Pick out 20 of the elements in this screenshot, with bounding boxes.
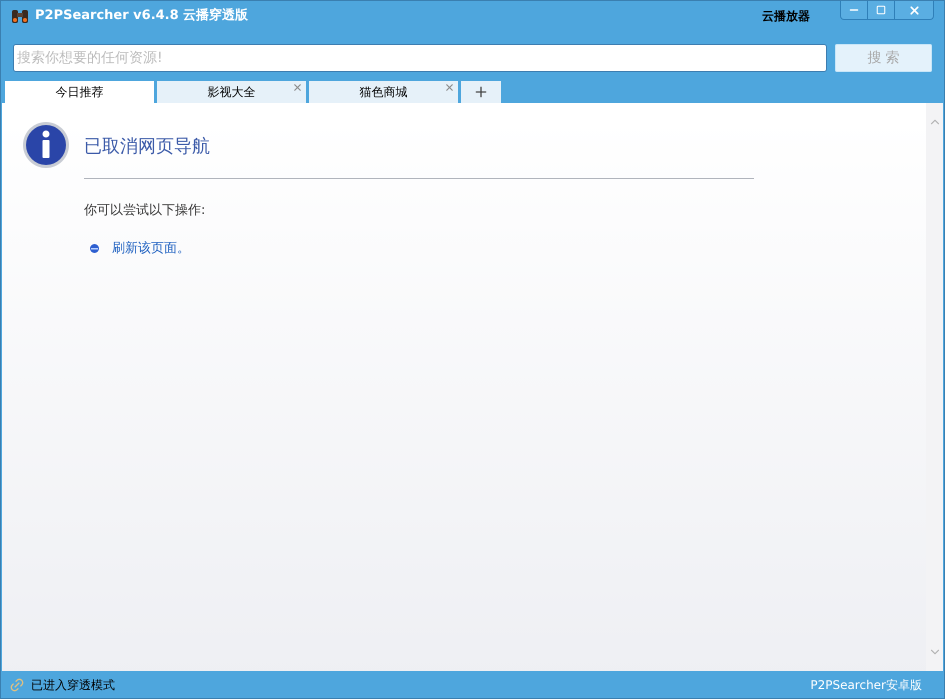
search-field[interactable]: 搜索你想要的任何资源! [13,44,827,72]
close-tab-icon[interactable] [292,82,303,93]
binoculars-icon [11,8,29,24]
maximize-icon [876,5,886,15]
close-icon [908,4,920,16]
bullet-icon [90,244,99,253]
close-tab-icon[interactable] [444,82,455,93]
intro-text: 你可以尝试以下操作: [84,202,206,220]
plus-icon [473,84,489,100]
tab[interactable]: 今日推荐 [5,81,154,103]
window-title: P2PSearcher v6.4.8 云播穿透版 [35,6,248,26]
new-tab-button[interactable] [461,81,501,103]
info-icon [22,121,70,169]
tab[interactable]: 猫色商城 [309,81,458,103]
tab[interactable]: 影视大全 [157,81,306,103]
scrollbar[interactable] [926,103,943,671]
status-text: 已进入穿透模式 [31,676,115,694]
page-heading: 已取消网页导航 [84,135,211,159]
refresh-link[interactable]: 刷新该页面。 [112,238,190,258]
player-link[interactable]: 云播放器 [762,7,810,25]
